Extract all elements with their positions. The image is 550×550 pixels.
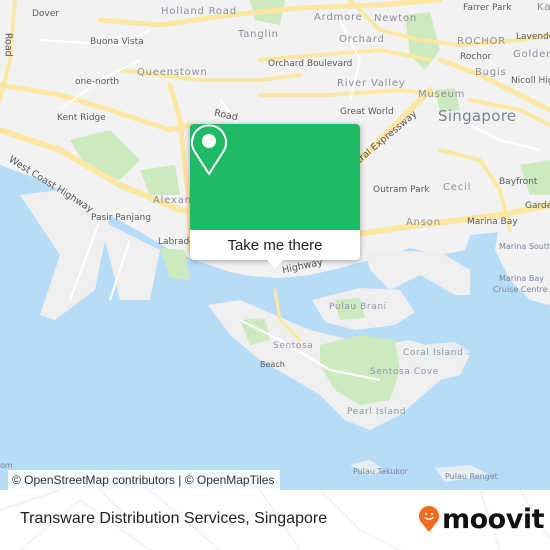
label-gardens: Garde [525, 201, 550, 211]
label-marina-south: Marina South [499, 242, 550, 251]
label-rochor-district: ROCHOR [457, 36, 506, 47]
label-buona-vista: Buona Vista [90, 37, 144, 47]
moovit-wordmark: moovit [442, 503, 545, 535]
label-rochor: Rochor [460, 52, 492, 62]
label-marina-bay: Marina Bay [467, 217, 518, 227]
moovit-logo[interactable]: moovit [418, 503, 545, 535]
label-kallang: Kal [537, 2, 550, 13]
label-dover: Dover [32, 9, 59, 19]
label-road-left: Road [2, 32, 14, 57]
label-sentosa: Sentosa [273, 341, 314, 351]
place-title: Transware Distribution Services, Singapo… [20, 510, 328, 527]
label-pasir-panjang: Pasir Panjang [91, 213, 151, 223]
label-marina-bay-cruise-1: Marina Bay [499, 274, 544, 283]
label-queenstown: Queenstown [137, 67, 208, 78]
footer-bar: Transware Distribution Services, Singapo… [0, 490, 550, 550]
location-popup[interactable]: Take me there [190, 124, 360, 269]
map-view[interactable]: Dover Holland Road Ardmore Newton Farrer… [0, 0, 550, 490]
label-outram-park: Outram Park [373, 185, 430, 195]
label-kent-ridge: Kent Ridge [57, 113, 106, 123]
label-sentosa-cove: Sentosa Cove [370, 367, 439, 377]
label-pulau-brani: Pulau Brani [329, 302, 387, 312]
map-pin-icon [191, 124, 227, 175]
label-bugis: Bugis [475, 67, 507, 78]
label-pearl-island: Pearl Island [347, 407, 407, 417]
label-river-valley: River Valley [337, 78, 406, 89]
label-bayfront: Bayfront [499, 177, 538, 187]
label-holland-road: Holland Road [161, 6, 237, 17]
label-om-fragment: om [0, 461, 13, 470]
label-marina-bay-cruise-2: Cruise Centre [493, 285, 548, 294]
label-great-world: Great World [340, 107, 394, 117]
land-tanjong-pagar-pier [365, 250, 470, 295]
label-pulau-tekukor: Pulau Tekukor [353, 467, 408, 476]
label-museum: Museum [418, 89, 466, 100]
label-coral-island: Coral Island [403, 348, 464, 358]
popup-tail [267, 260, 283, 269]
label-golden: Golden [513, 49, 550, 60]
label-alexandra: Alexan [153, 195, 192, 206]
popup-header [190, 124, 360, 230]
land-port-pier-1 [20, 190, 110, 320]
label-orchard-boulevard: Orchard Boulevard [268, 59, 353, 69]
label-one-north: one-north [75, 77, 120, 87]
label-singapore: Singapore [438, 107, 517, 125]
label-farrer-park: Farrer Park [463, 3, 512, 13]
label-beach: Beach [260, 360, 285, 369]
label-pulau-renget: Pulau Renget [445, 472, 498, 481]
label-ardmore: Ardmore [314, 12, 363, 23]
label-tanglin: Tanglin [238, 29, 279, 40]
label-nicoll-highway: Nicoll Hig [511, 76, 550, 86]
label-cecil: Cecil [443, 182, 472, 193]
label-newton: Newton [374, 13, 417, 24]
moovit-smiley-pin-icon [419, 506, 439, 532]
take-me-there-button[interactable]: Take me there [190, 230, 360, 260]
label-orchard: Orchard [339, 34, 385, 45]
map-attribution[interactable]: © OpenStreetMap contributors | © OpenMap… [8, 470, 281, 490]
label-lavender: Lavende [516, 32, 550, 42]
label-anson: Anson [406, 217, 441, 228]
